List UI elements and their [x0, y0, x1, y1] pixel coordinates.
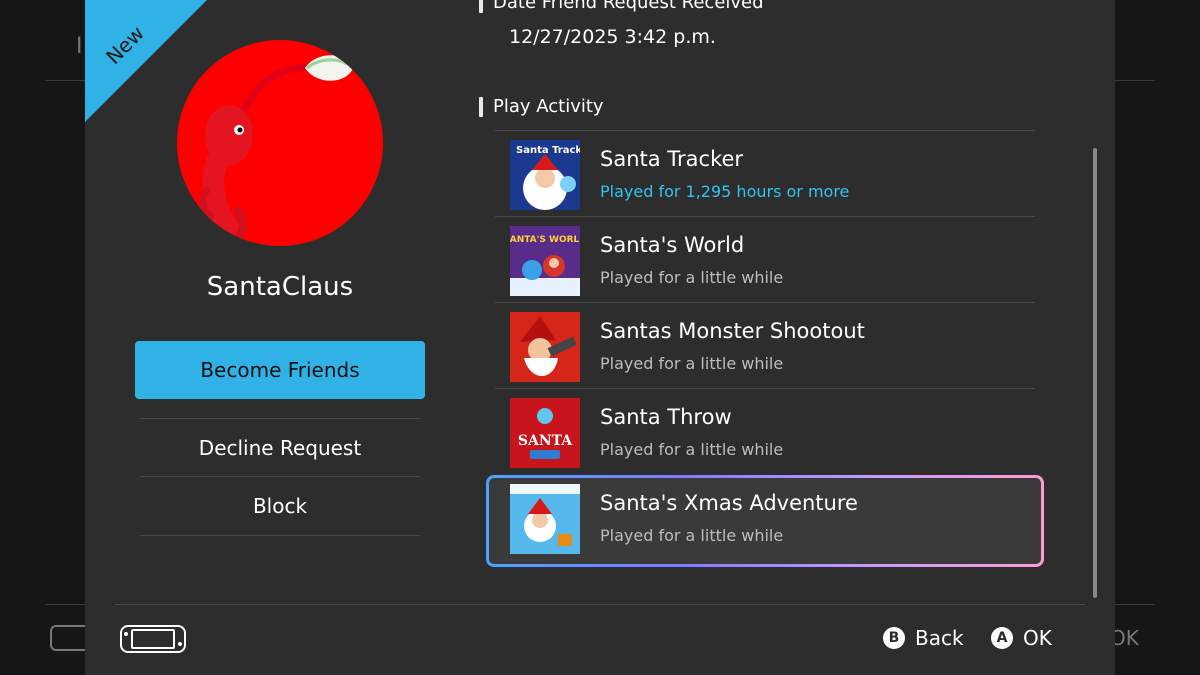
- ok-label: OK: [1023, 626, 1052, 650]
- play-time: Played for a little while: [600, 526, 784, 545]
- svg-text:SANTA: SANTA: [518, 433, 573, 449]
- santa-throw-thumb: SANTA: [510, 398, 580, 468]
- xmas-adventure-thumb: [510, 484, 580, 554]
- console-icon: [120, 625, 186, 653]
- b-button-icon: B: [883, 627, 905, 649]
- avatar: [177, 40, 383, 246]
- block-button[interactable]: Block: [140, 476, 420, 536]
- play-time: Played for a little while: [600, 354, 784, 373]
- santas-world-thumb: SANTA'S WORLD: [510, 226, 580, 296]
- decline-request-button[interactable]: Decline Request: [140, 418, 420, 477]
- game-title: Santa Throw: [600, 405, 732, 429]
- become-friends-button[interactable]: Become Friends: [135, 341, 425, 399]
- list-item-selected[interactable]: Santa's Xmas Adventure Played for a litt…: [495, 474, 1035, 560]
- a-button-icon: A: [991, 627, 1013, 649]
- date-received-value: 12/27/2025 3:42 p.m.: [509, 26, 716, 48]
- footer-divider: [115, 604, 1085, 605]
- back-label: Back: [915, 626, 964, 650]
- list-item[interactable]: SANTA Santa Throw Played for a little wh…: [495, 388, 1035, 474]
- game-title: Santa's World: [600, 233, 745, 257]
- date-received-heading: Date Friend Request Received: [479, 0, 764, 13]
- list-item[interactable]: Santa Tracker Santa Tracker Played for 1…: [495, 130, 1035, 216]
- game-title: Santa Tracker: [600, 147, 744, 171]
- svg-text:SANTA'S WORLD: SANTA'S WORLD: [510, 235, 580, 245]
- play-time: Played for 1,295 hours or more: [600, 182, 850, 201]
- list-item[interactable]: SANTA'S WORLD Santa's World Played for a…: [495, 216, 1035, 302]
- background-console-icon: [50, 625, 90, 651]
- play-activity-list: Santa Tracker Santa Tracker Played for 1…: [495, 130, 1035, 560]
- background-title: I: [76, 34, 83, 59]
- pikmin-icon: [199, 55, 353, 244]
- play-activity-heading: Play Activity: [479, 96, 604, 117]
- game-title: Santa's Xmas Adventure: [600, 491, 858, 515]
- monster-shootout-thumb: [510, 312, 580, 382]
- svg-text:Santa Tracker: Santa Tracker: [516, 145, 580, 156]
- santa-tracker-thumb: Santa Tracker: [510, 140, 580, 210]
- scrollbar[interactable]: [1093, 148, 1097, 598]
- play-time: Played for a little while: [600, 440, 784, 459]
- list-item[interactable]: Santas Monster Shootout Played for a lit…: [495, 302, 1035, 388]
- ok-button[interactable]: A OK: [991, 625, 1052, 651]
- user-profile-modal: New SantaClaus Become Friends Decline Re…: [85, 0, 1115, 675]
- game-title: Santas Monster Shootout: [600, 319, 865, 343]
- username: SantaClaus: [206, 272, 354, 302]
- play-time: Played for a little while: [600, 268, 784, 287]
- back-button[interactable]: B Back: [883, 625, 964, 651]
